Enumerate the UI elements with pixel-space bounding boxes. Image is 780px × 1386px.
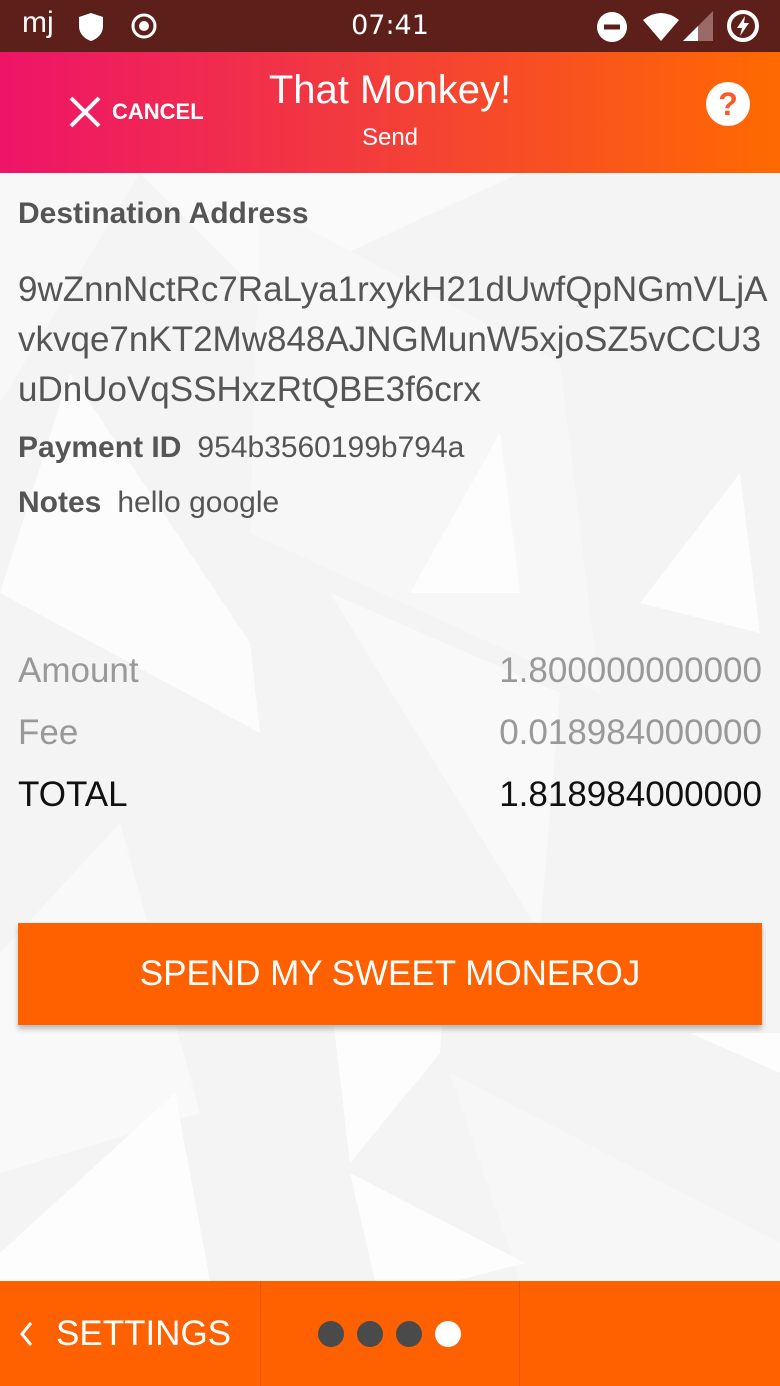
chevron-left-icon bbox=[20, 1321, 33, 1346]
page-dot-1 bbox=[318, 1321, 344, 1347]
amount-label: Amount bbox=[18, 651, 139, 690]
wifi-icon bbox=[643, 13, 679, 41]
total-label: TOTAL bbox=[18, 775, 128, 814]
destination-address-value: 9wZnnNctRc7RaLya1rxykH21dUwfQpNGmVLjAvkv… bbox=[18, 270, 768, 409]
page-indicator bbox=[318, 1321, 461, 1347]
battery-charging-icon bbox=[727, 10, 759, 42]
fee-row: Fee 0.018984000000 bbox=[18, 702, 762, 764]
settings-back-button[interactable]: SETTINGS bbox=[0, 1281, 260, 1386]
do-not-disturb-icon bbox=[597, 12, 627, 42]
total-row: TOTAL 1.818984000000 bbox=[18, 764, 762, 826]
page-dot-3 bbox=[396, 1321, 422, 1347]
help-icon: ? bbox=[718, 86, 738, 122]
fee-value: 0.018984000000 bbox=[499, 713, 762, 752]
amount-value: 1.800000000000 bbox=[499, 651, 762, 690]
payment-id-value: 954b3560199b794a bbox=[197, 431, 465, 464]
notes-label: Notes bbox=[18, 486, 102, 519]
status-bar: mj 07:41 bbox=[0, 0, 780, 52]
amount-row: Amount 1.800000000000 bbox=[18, 640, 762, 702]
payment-id-label: Payment ID bbox=[18, 431, 182, 464]
page-subtitle: Send bbox=[361, 124, 419, 151]
notes-row: Notes hello google bbox=[18, 486, 279, 520]
spend-button[interactable]: SPEND MY SWEET MONEROJ bbox=[18, 923, 762, 1025]
page-dot-2 bbox=[357, 1321, 383, 1347]
send-confirmation: Destination Address 9wZnnNctRc7RaLya1rxy… bbox=[0, 173, 780, 1281]
bottom-navigation: SETTINGS bbox=[0, 1281, 780, 1386]
app-bar: CANCEL That Monkey! Send ? bbox=[0, 52, 780, 173]
page-title: That Monkey! bbox=[268, 68, 512, 112]
cell-signal-icon bbox=[683, 11, 713, 41]
page-dot-4-active bbox=[435, 1321, 461, 1347]
notes-value: hello google bbox=[117, 486, 280, 519]
help-button[interactable]: ? bbox=[706, 82, 750, 126]
divider bbox=[260, 1281, 261, 1386]
amount-summary: Amount 1.800000000000 Fee 0.018984000000… bbox=[18, 640, 762, 826]
fee-label: Fee bbox=[18, 713, 79, 752]
destination-address-label: Destination Address bbox=[18, 197, 309, 230]
next-button-empty bbox=[520, 1281, 780, 1386]
payment-id-row: Payment ID 954b3560199b794a bbox=[18, 431, 464, 465]
total-value: 1.818984000000 bbox=[499, 775, 762, 814]
settings-label: SETTINGS bbox=[56, 1313, 232, 1353]
